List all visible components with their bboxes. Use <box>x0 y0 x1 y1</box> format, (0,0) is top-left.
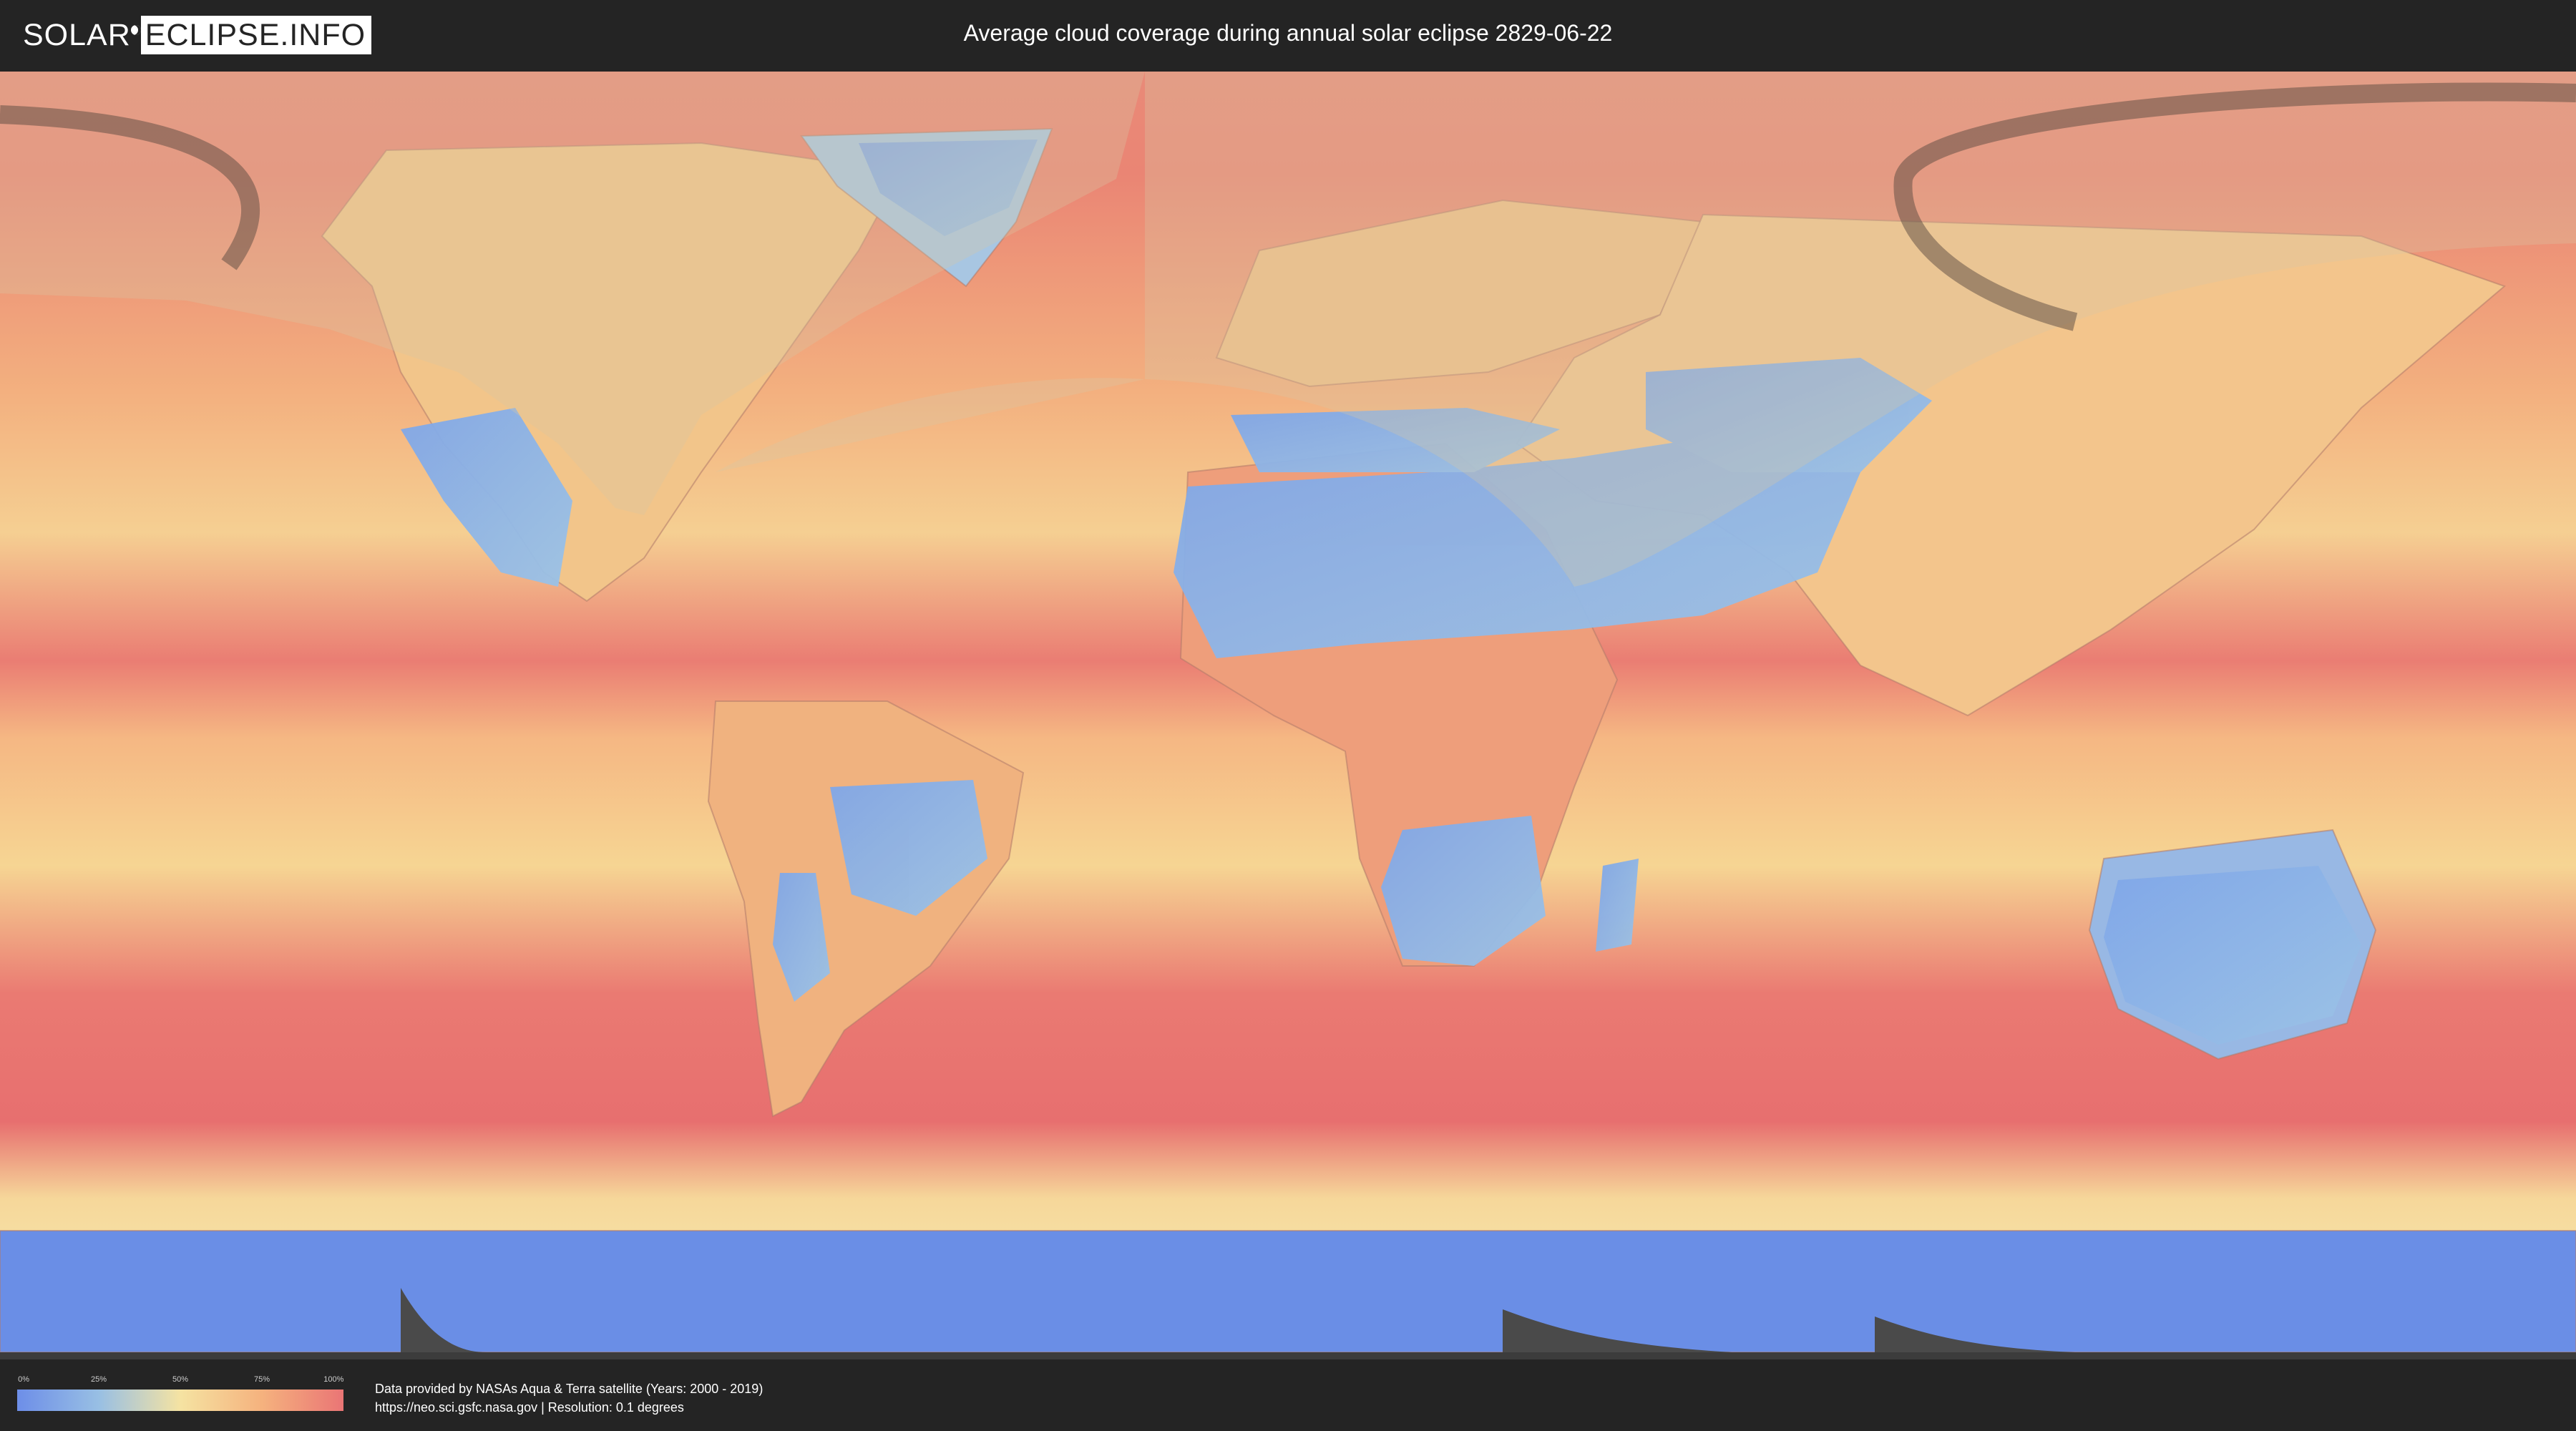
world-map-svg <box>0 72 2576 1359</box>
landmass-antarctica <box>0 1230 2576 1353</box>
legend-tick-labels: 0% 25% 50% 75% 100% <box>17 1375 343 1387</box>
legend-color-bar <box>17 1390 343 1411</box>
legend-tick: 75% <box>253 1375 270 1384</box>
legend-tick: 25% <box>90 1375 107 1384</box>
no-data-strip <box>0 1352 2576 1359</box>
header-bar: SOLAR ECLIPSE.INFO Average cloud coverag… <box>0 0 2576 72</box>
credit-source: Data provided by NASAs Aqua & Terra sate… <box>375 1382 763 1396</box>
cloud-coverage-legend: 0% 25% 50% 75% 100% <box>17 1375 343 1411</box>
credit-link[interactable]: https://neo.sci.gsfc.nasa.gov | Resoluti… <box>375 1398 763 1417</box>
legend-tick: 0% <box>18 1375 30 1384</box>
legend-tick: 50% <box>172 1375 189 1384</box>
page-title: Average cloud coverage during annual sol… <box>963 20 1613 46</box>
footer-bar: 0% 25% 50% 75% 100% Data provided by NAS… <box>0 1359 2576 1431</box>
data-credits: Data provided by NASAs Aqua & Terra sate… <box>375 1379 763 1417</box>
cloud-coverage-map[interactable] <box>0 72 2576 1359</box>
legend-tick: 100% <box>323 1375 344 1384</box>
